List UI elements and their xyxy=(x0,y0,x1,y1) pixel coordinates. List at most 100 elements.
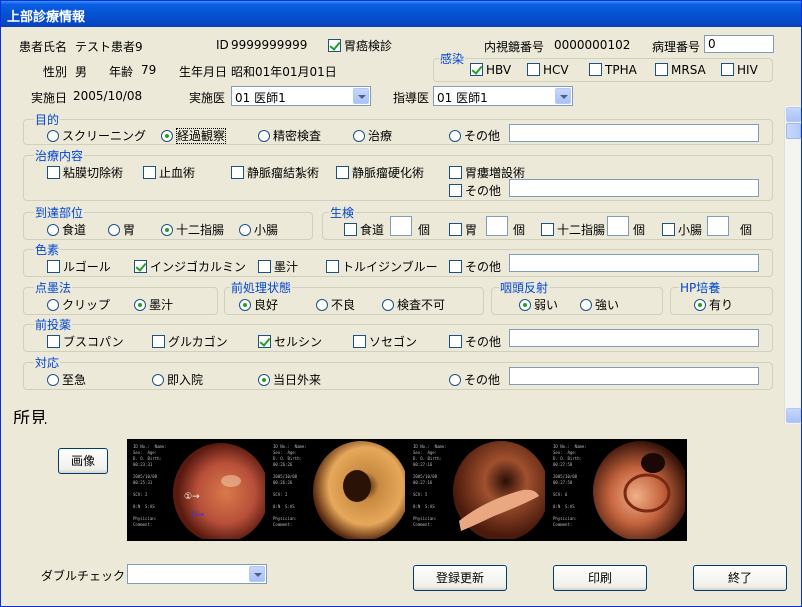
radio-circle[interactable] xyxy=(161,224,173,236)
purpose-followup[interactable]: 経過観察 xyxy=(161,127,227,144)
premed-sosegon[interactable]: ソセゴン xyxy=(353,333,417,350)
radio-circle[interactable] xyxy=(694,299,706,311)
pharyngeal-strong[interactable]: 強い xyxy=(580,296,619,313)
response-other[interactable]: その他 xyxy=(449,371,500,388)
infection-tpha[interactable]: TPHA xyxy=(589,63,637,77)
reach-duodenum[interactable]: 十二指腸 xyxy=(161,221,224,238)
radio-circle[interactable] xyxy=(239,299,251,311)
purpose-detailed[interactable]: 精密検査 xyxy=(258,127,321,144)
reach-small-intestine[interactable]: 小腸 xyxy=(239,221,278,238)
double-check-select[interactable] xyxy=(127,564,267,584)
chevron-down-icon[interactable] xyxy=(353,88,369,104)
checkbox-box[interactable] xyxy=(527,63,540,76)
checkbox-box[interactable] xyxy=(258,260,271,273)
checkbox-box[interactable] xyxy=(231,166,244,179)
treatment-other[interactable]: その他 xyxy=(449,182,501,199)
biopsy-stomach[interactable]: 胃 xyxy=(449,221,477,238)
marking-ink[interactable]: 墨汁 xyxy=(134,296,173,313)
response-admit[interactable]: 即入院 xyxy=(152,371,203,388)
dye-toluidine[interactable]: トルイジンブルー xyxy=(326,258,438,275)
radio-circle[interactable] xyxy=(161,130,173,142)
reach-stomach[interactable]: 胃 xyxy=(108,221,135,238)
infection-hcv[interactable]: HCV xyxy=(527,63,569,77)
pretreatment-poor[interactable]: 不良 xyxy=(316,296,355,313)
dye-other[interactable]: その他 xyxy=(449,258,501,275)
checkbox-box[interactable] xyxy=(449,223,462,236)
checkbox-box[interactable] xyxy=(449,260,462,273)
radio-circle[interactable] xyxy=(449,130,461,142)
checkbox-box[interactable] xyxy=(470,63,483,76)
register-button[interactable]: 登録更新 xyxy=(413,565,507,591)
treatment-emr[interactable]: 粘膜切除術 xyxy=(47,164,123,181)
treatment-other-input[interactable] xyxy=(509,179,759,197)
checkbox-box[interactable] xyxy=(328,39,341,52)
checkbox-box[interactable] xyxy=(47,260,60,273)
checkbox-box[interactable] xyxy=(152,335,165,348)
radio-circle[interactable] xyxy=(47,299,59,311)
treatment-eis[interactable]: 静脈瘤硬化術 xyxy=(336,164,424,181)
radio-circle[interactable] xyxy=(239,224,251,236)
vertical-scrollbar[interactable] xyxy=(784,106,801,424)
checkbox-box[interactable] xyxy=(143,166,156,179)
radio-circle[interactable] xyxy=(382,299,394,311)
checkbox-box[interactable] xyxy=(589,63,602,76)
print-button[interactable]: 印刷 xyxy=(553,565,647,591)
checkbox-box[interactable] xyxy=(721,63,734,76)
scroll-down-icon[interactable] xyxy=(786,408,801,423)
infection-hbv[interactable]: HBV xyxy=(470,63,511,77)
checkbox-box[interactable] xyxy=(449,184,462,197)
premed-other[interactable]: その他 xyxy=(449,333,501,350)
radio-circle[interactable] xyxy=(258,374,270,386)
biopsy-esophagus-count[interactable] xyxy=(390,216,412,236)
endoscopy-image-3[interactable]: ID No.: Name: Sex: Age: D. O. Birth: 00:… xyxy=(409,441,545,539)
supervisor-select[interactable]: 01 医師1 xyxy=(433,86,573,106)
premed-glucagon[interactable]: グルカゴン xyxy=(152,333,228,350)
checkbox-box[interactable] xyxy=(258,335,271,348)
treatment-hemostasis[interactable]: 止血術 xyxy=(143,164,195,181)
checkbox-box[interactable] xyxy=(344,223,357,236)
biopsy-stomach-count[interactable] xyxy=(486,216,508,236)
marking-clip[interactable]: クリップ xyxy=(47,296,110,313)
gastric-cancer-checkbox[interactable]: 胃癌検診 xyxy=(328,37,392,54)
radio-circle[interactable] xyxy=(316,299,328,311)
purpose-screening[interactable]: スクリーニング xyxy=(47,127,146,144)
checkbox-box[interactable] xyxy=(449,335,462,348)
radio-circle[interactable] xyxy=(580,299,592,311)
dye-india-ink[interactable]: 墨汁 xyxy=(258,258,298,275)
radio-circle[interactable] xyxy=(47,374,59,386)
radio-circle[interactable] xyxy=(353,130,365,142)
infection-mrsa[interactable]: MRSA xyxy=(655,63,706,77)
response-other-input[interactable] xyxy=(509,367,759,385)
endoscopy-image-4[interactable]: ID No.: Name: Sex: Age: D. O. Birth: 00:… xyxy=(549,441,685,539)
checkbox-box[interactable] xyxy=(134,260,147,273)
chevron-down-icon[interactable] xyxy=(249,566,265,582)
radio-circle[interactable] xyxy=(449,374,461,386)
biopsy-small-intestine-count[interactable] xyxy=(707,216,729,236)
radio-circle[interactable] xyxy=(258,130,270,142)
scroll-thumb[interactable] xyxy=(786,123,801,139)
checkbox-box[interactable] xyxy=(47,166,60,179)
chevron-down-icon[interactable] xyxy=(555,88,571,104)
response-urgent[interactable]: 至急 xyxy=(47,371,86,388)
biopsy-duodenum[interactable]: 十二指腸 xyxy=(541,221,605,238)
pathology-no-input[interactable]: 0 xyxy=(704,35,774,53)
infection-hiv[interactable]: HIV xyxy=(721,63,758,77)
biopsy-duodenum-count[interactable] xyxy=(607,216,629,236)
response-same-day[interactable]: 当日外来 xyxy=(258,371,321,388)
premed-other-input[interactable] xyxy=(509,329,759,347)
dye-indigo[interactable]: インジゴカルミン xyxy=(134,258,246,275)
pretreatment-impossible[interactable]: 検査不可 xyxy=(382,296,445,313)
purpose-other-input[interactable] xyxy=(509,124,759,142)
biopsy-small-intestine[interactable]: 小腸 xyxy=(662,221,702,238)
reach-esophagus[interactable]: 食道 xyxy=(47,221,86,238)
premed-buscopan[interactable]: ブスコパン xyxy=(47,333,124,350)
endoscopy-image-1[interactable]: ①→ I)→ ID No.: Name: Sex: Age: D. O. Bir… xyxy=(129,441,265,539)
checkbox-box[interactable] xyxy=(336,166,349,179)
exit-button[interactable]: 終了 xyxy=(693,565,787,591)
dye-lugol[interactable]: ルゴール xyxy=(47,258,111,275)
checkbox-box[interactable] xyxy=(662,223,675,236)
radio-circle[interactable] xyxy=(108,224,120,236)
hp-present[interactable]: 有り xyxy=(694,296,733,313)
image-button[interactable]: 画像 xyxy=(58,448,108,474)
purpose-other[interactable]: その他 xyxy=(449,127,500,144)
